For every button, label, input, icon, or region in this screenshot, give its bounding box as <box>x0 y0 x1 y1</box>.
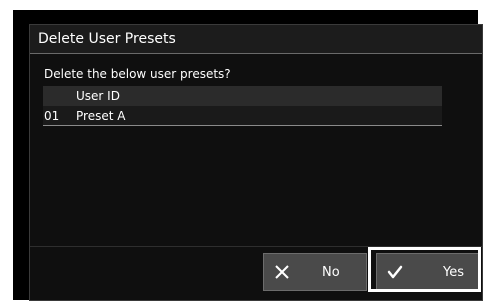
checkmark-icon <box>387 265 403 279</box>
user-id-column-header: User ID <box>76 89 120 103</box>
table-row[interactable]: 01 Preset A <box>43 106 442 126</box>
table-header: User ID <box>43 86 442 106</box>
no-button[interactable]: No <box>263 253 367 291</box>
dialog-prompt: Delete the below user presets? <box>44 67 231 81</box>
row-number: 01 <box>44 109 60 123</box>
delete-presets-dialog: Delete User Presets Delete the below use… <box>29 24 483 301</box>
row-preset-name: Preset A <box>76 109 126 123</box>
dialog-title: Delete User Presets <box>38 31 176 47</box>
footer-divider <box>30 246 482 247</box>
yes-button[interactable]: Yes <box>376 253 480 291</box>
presets-table: User ID 01 Preset A <box>43 86 442 126</box>
close-icon <box>275 265 289 279</box>
no-button-label: No <box>322 265 340 280</box>
dialog-title-bar: Delete User Presets <box>30 25 482 54</box>
yes-button-label: Yes <box>443 265 464 280</box>
